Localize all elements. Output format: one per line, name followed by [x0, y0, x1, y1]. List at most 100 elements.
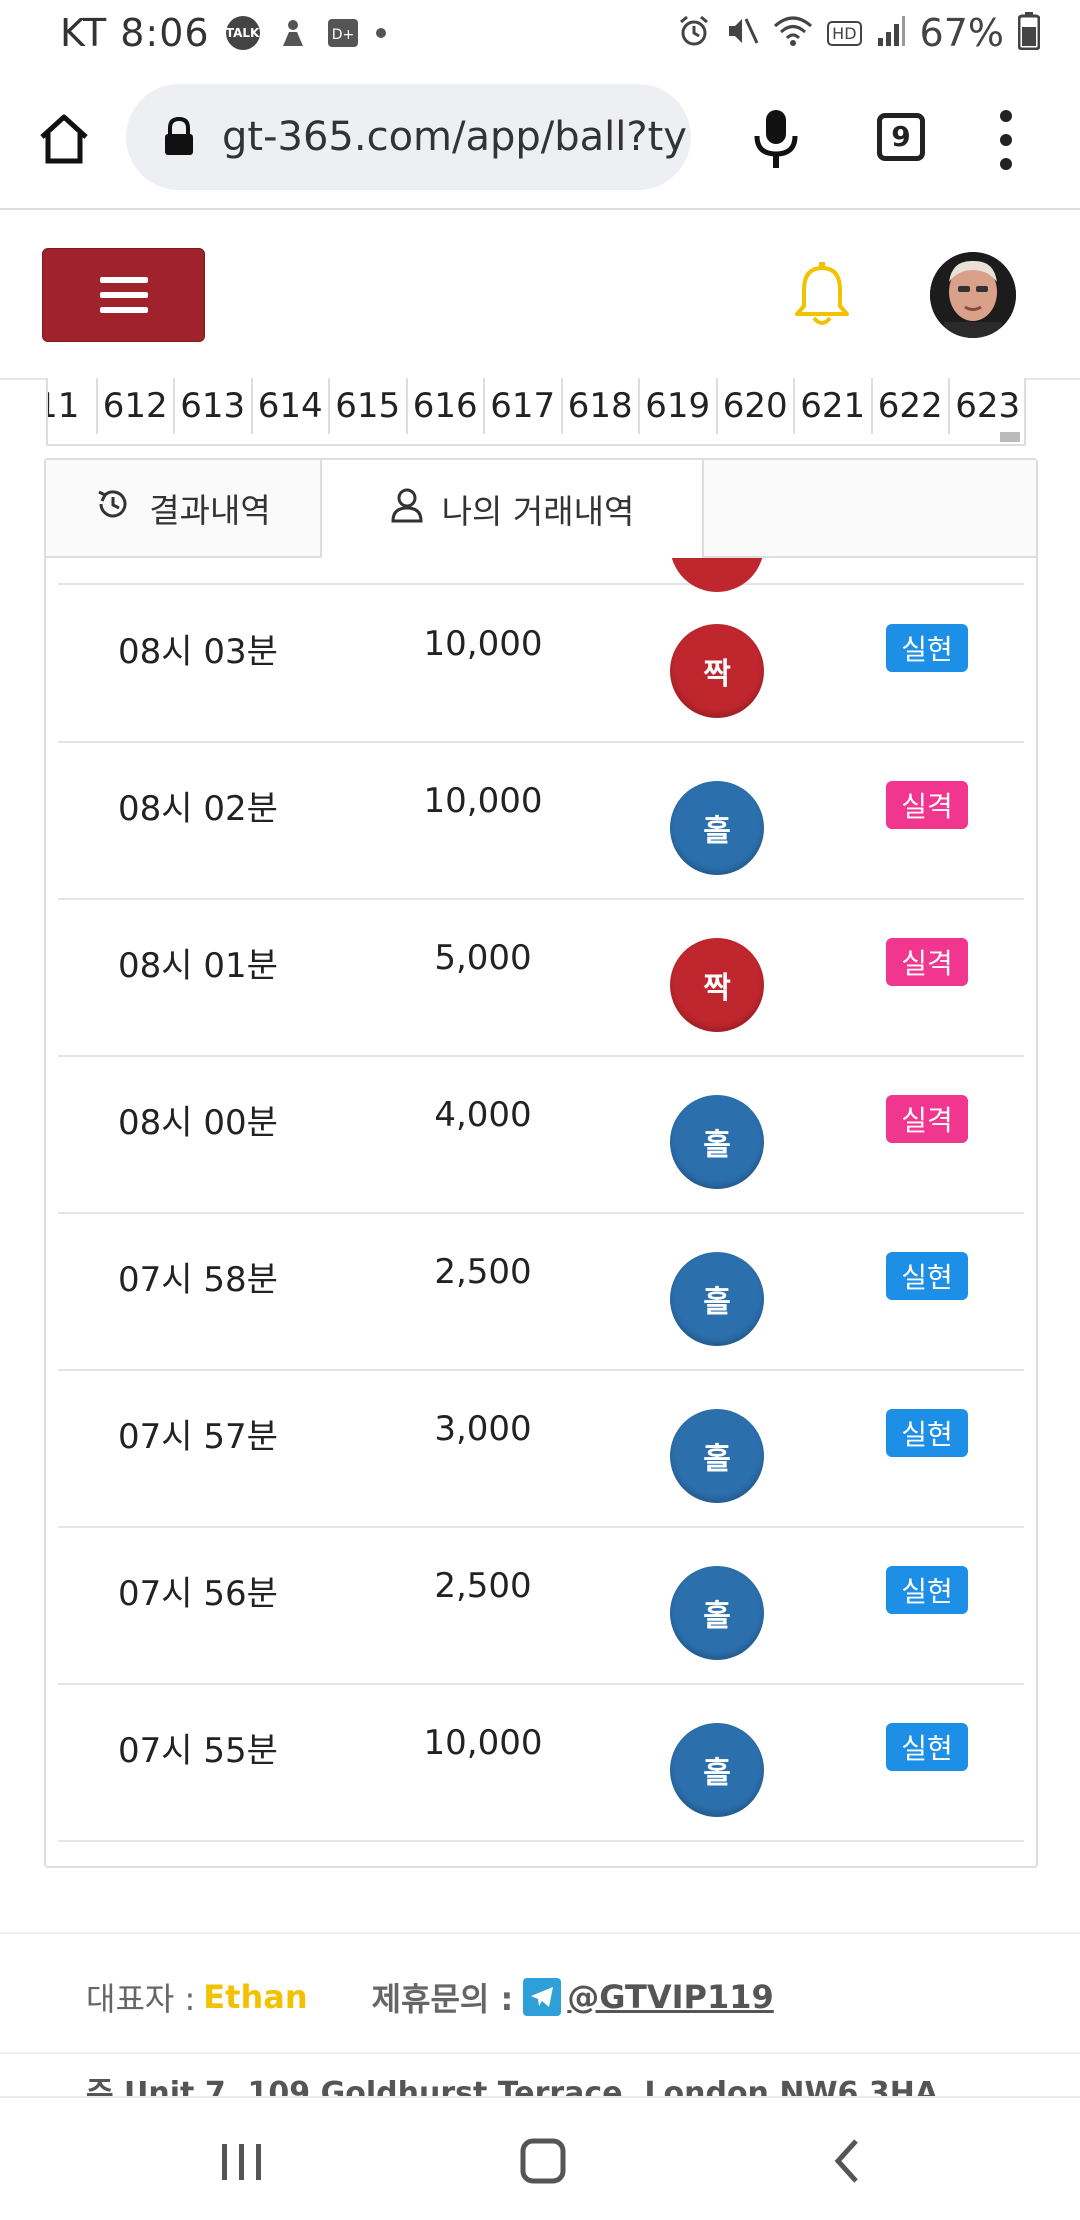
table-row: 07시 58분 2,500 홀 실현	[58, 1214, 1024, 1371]
round-time: 08시 02분	[118, 789, 278, 829]
table-row: 08시 01분 5,000 짝 실격	[58, 900, 1024, 1057]
microphone-icon[interactable]	[748, 108, 804, 170]
user-icon	[390, 487, 424, 531]
footer-divider	[0, 2052, 1080, 2054]
recent-apps-icon[interactable]	[202, 2126, 282, 2196]
signal-icon	[876, 14, 906, 52]
result-ball: 짝	[670, 624, 764, 718]
home-nav-icon[interactable]	[503, 2126, 583, 2196]
footer-contact-line: 대표자 : Ethan 제휴문의 : @GTVIP119	[86, 1974, 774, 2020]
bet-amount: 3,000	[434, 1409, 532, 1449]
app-header	[0, 212, 1080, 380]
round-time: 08시 00분	[118, 1103, 278, 1143]
tab-result-history-label: 결과내역	[149, 491, 271, 530]
disney-app-icon: D+	[326, 16, 360, 50]
alarm-icon	[677, 14, 711, 52]
status-bar-left: KT 8:06 TALK D+	[60, 8, 386, 58]
round-time: 07시 58분	[118, 1260, 278, 1300]
tab-switcher-button[interactable]: 9	[877, 113, 925, 161]
result-ball: 홀	[670, 1409, 764, 1503]
bet-amount: 10,000	[423, 624, 543, 664]
round-cell[interactable]: 615	[330, 378, 408, 434]
bet-amount: 2,500	[434, 1566, 532, 1606]
site-footer: 대표자 : Ethan 제휴문의 : @GTVIP119 주 Unit 7, 1…	[0, 1932, 1080, 2111]
round-cell[interactable]: 619	[640, 378, 718, 434]
round-time: 07시 55분	[118, 1731, 278, 1771]
bet-amount: 2,500	[434, 1252, 532, 1292]
round-time: 08시 03분	[118, 632, 278, 672]
carrier-time: KT 8:06	[60, 11, 210, 55]
table-row: 07시 57분 3,000 홀 실현	[58, 1371, 1024, 1528]
rep-name: Ethan	[203, 1978, 308, 2016]
history-icon	[95, 486, 131, 530]
round-cell[interactable]: 621	[795, 378, 873, 434]
round-cell[interactable]: 623	[950, 378, 1024, 434]
status-badge: 실격	[886, 1095, 968, 1143]
round-cell[interactable]: 616	[408, 378, 485, 434]
status-badge: 실현	[886, 1409, 968, 1457]
history-panel: 결과내역 나의 거래내역 08시 03분 10,000 짝 실현 08시 02분…	[44, 458, 1038, 1868]
round-cell[interactable]: 622	[873, 378, 950, 434]
history-tabs: 결과내역 나의 거래내역	[46, 460, 1036, 558]
horizontal-scrollbar[interactable]	[1000, 432, 1020, 442]
svg-text:D+: D+	[331, 27, 354, 43]
result-ball: 홀	[670, 1252, 764, 1346]
battery-icon	[1017, 12, 1041, 54]
system-navigation-bar	[0, 2096, 1080, 2220]
telegram-contact-link[interactable]: @GTVIP119	[567, 1978, 773, 2016]
browser-toolbar: gt-365.com/app/ball?ty| 9	[0, 66, 1080, 210]
more-notifications-dot-icon	[375, 28, 386, 38]
status-bar: KT 8:06 TALK D+ HD 67%	[0, 0, 1080, 66]
table-row: 08시 00분 4,000 홀 실격	[58, 1057, 1024, 1214]
bet-amount: 10,000	[423, 781, 543, 821]
table-row: 08시 02분 10,000 홀 실격	[58, 743, 1024, 900]
table-row	[58, 558, 1024, 592]
trade-history-list: 08시 03분 10,000 짝 실현 08시 02분 10,000 홀 실격 …	[58, 558, 1024, 1858]
hamburger-menu-button[interactable]	[42, 248, 205, 342]
contact-label: 제휴문의 :	[371, 1980, 514, 2018]
status-badge: 실현	[886, 1566, 968, 1614]
round-time: 07시 57분	[118, 1417, 278, 1457]
round-cell[interactable]: 617	[485, 378, 563, 434]
status-badge: 실현	[886, 624, 968, 672]
status-bar-right: HD 67%	[677, 8, 1041, 58]
round-cell[interactable]: 620	[718, 378, 795, 434]
bet-amount: 5,000	[434, 938, 532, 978]
bet-amount: 10,000	[423, 1723, 543, 1763]
url-text: gt-365.com/app/ball?ty|	[222, 114, 691, 160]
tab-result-history[interactable]: 결과내역	[46, 460, 322, 558]
round-cell[interactable]: 614	[253, 378, 330, 434]
round-cell[interactable]: 11	[48, 378, 98, 434]
wifi-icon	[773, 14, 813, 52]
result-ball: 짝	[670, 938, 764, 1032]
tab-my-history[interactable]: 나의 거래내역	[322, 460, 704, 558]
round-cell[interactable]: 613	[175, 378, 253, 434]
back-icon[interactable]	[808, 2126, 888, 2196]
tab-my-history-label: 나의 거래내역	[441, 492, 635, 531]
avatar[interactable]	[930, 252, 1016, 338]
telegram-icon	[523, 1978, 562, 2016]
table-row: 07시 55분 10,000 홀 실현	[58, 1685, 1024, 1842]
result-ball: 홀	[670, 1566, 764, 1660]
browser-menu-icon[interactable]	[996, 110, 1016, 170]
table-row: 08시 03분 10,000 짝 실현	[58, 586, 1024, 743]
round-cell[interactable]: 612	[98, 378, 175, 434]
rep-label: 대표자 :	[86, 1980, 196, 2018]
home-icon[interactable]	[36, 111, 92, 167]
address-bar[interactable]: gt-365.com/app/ball?ty|	[126, 84, 691, 190]
hd-voice-icon: HD	[827, 20, 862, 46]
result-ball: 홀	[670, 1095, 764, 1189]
table-row: 07시 56분 2,500 홀 실현	[58, 1528, 1024, 1685]
round-cell[interactable]: 618	[563, 378, 640, 434]
battery-percentage: 67%	[919, 11, 1004, 55]
talk-icon: TALK	[225, 16, 260, 50]
status-badge: 실격	[886, 781, 968, 829]
round-time: 07시 56분	[118, 1574, 278, 1614]
round-number-strip[interactable]: 11 612 613 614 615 616 617 618 619 620 6…	[46, 378, 1026, 446]
notification-figure-icon	[276, 16, 310, 50]
status-badge: 실격	[886, 938, 968, 986]
round-number-list: 11 612 613 614 615 616 617 618 619 620 6…	[48, 378, 1024, 434]
bell-icon[interactable]	[792, 262, 852, 330]
result-ball: 홀	[670, 1723, 764, 1817]
lock-icon	[162, 116, 196, 157]
